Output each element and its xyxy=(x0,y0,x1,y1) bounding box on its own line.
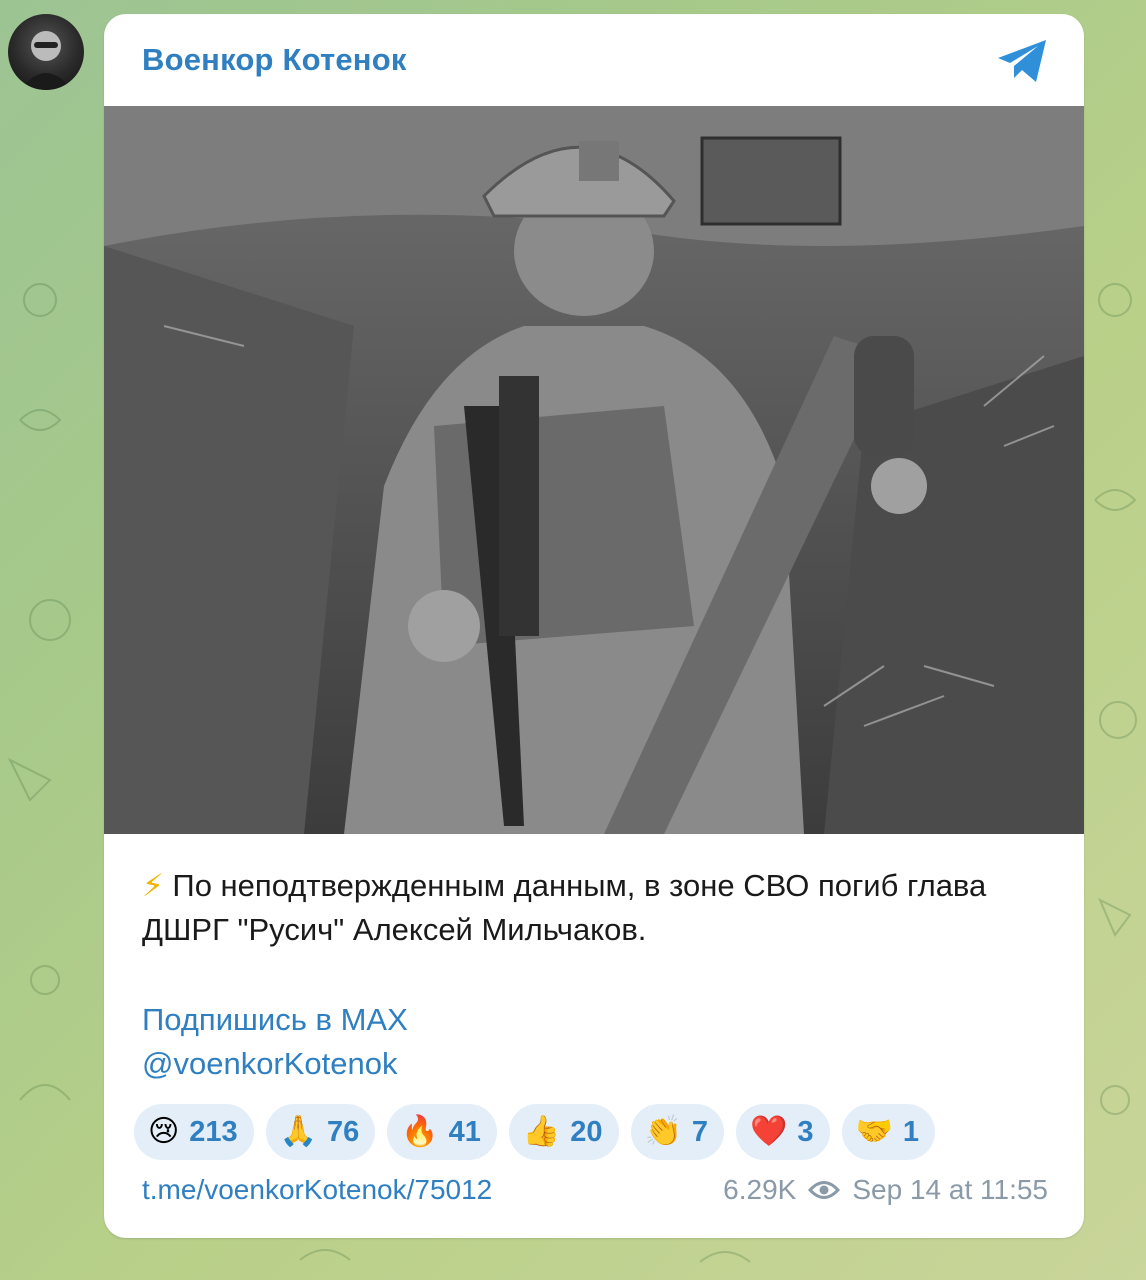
lightning-emoji: ⚡ xyxy=(142,868,164,903)
post-url-link[interactable]: t.me/voenkorKotenok/75012 xyxy=(142,1174,492,1206)
avatar-portrait xyxy=(20,31,72,90)
reaction-fire[interactable]: 🔥 41 xyxy=(387,1104,497,1160)
subscribe-max-link[interactable]: Подпишись в MAX xyxy=(142,998,408,1042)
reaction-count: 76 xyxy=(327,1115,360,1148)
reaction-count: 7 xyxy=(691,1115,709,1148)
post-date: Sep 14 at 11:55 xyxy=(852,1174,1048,1205)
reaction-heart[interactable]: ❤️ 3 xyxy=(736,1104,830,1160)
reaction-count: 20 xyxy=(570,1115,603,1148)
telegram-share-icon xyxy=(998,40,1046,82)
soldier-photo xyxy=(104,106,1084,834)
channel-avatar[interactable] xyxy=(8,14,84,90)
reaction-thumbs-up[interactable]: 👍 20 xyxy=(508,1104,619,1160)
heart-icon: ❤️ xyxy=(750,1114,788,1149)
handshake-icon: 🤝 xyxy=(855,1114,893,1149)
reaction-count: 1 xyxy=(902,1115,920,1148)
reaction-pray[interactable]: 🙏 76 xyxy=(265,1104,376,1160)
thumbs-up-icon: 👍 xyxy=(522,1114,561,1149)
post-links: Подпишись в MAX @voenkorKotenok xyxy=(142,998,408,1086)
post-photo[interactable] xyxy=(104,106,1084,834)
post-text: ⚡ По неподтвержденным данным, в зоне СВО… xyxy=(142,864,1052,952)
reaction-clap[interactable]: 👏 7 xyxy=(630,1104,725,1160)
channel-name[interactable]: Военкор Котенок xyxy=(142,42,407,78)
folded-hands-icon: 🙏 xyxy=(279,1114,318,1149)
reaction-crying[interactable]: 😢 213 xyxy=(134,1104,254,1160)
reactions-bar: 😢 213 🙏 76 🔥 41 👍 20 👏 7 ❤️ 3 🤝 1 xyxy=(134,1104,936,1160)
view-count: 6.29K xyxy=(723,1174,797,1205)
crying-face-icon: 😢 xyxy=(148,1114,180,1149)
reaction-count: 41 xyxy=(448,1115,481,1148)
reaction-handshake[interactable]: 🤝 1 xyxy=(841,1104,936,1160)
message-bubble: Военкор Котенок ⚡ По неподтвержденным да… xyxy=(104,14,1084,1238)
post-meta: 6.29K Sep 14 at 11:55 xyxy=(723,1174,1048,1206)
clapping-hands-icon: 👏 xyxy=(644,1114,682,1149)
eye-icon xyxy=(808,1181,841,1199)
reaction-count: 213 xyxy=(189,1115,238,1148)
post-body: По неподтвержденным данным, в зоне СВО п… xyxy=(142,868,987,947)
share-button[interactable] xyxy=(994,36,1050,86)
reaction-count: 3 xyxy=(797,1115,814,1148)
fire-icon: 🔥 xyxy=(401,1114,439,1149)
channel-handle-link[interactable]: @voenkorKotenok xyxy=(142,1042,408,1086)
